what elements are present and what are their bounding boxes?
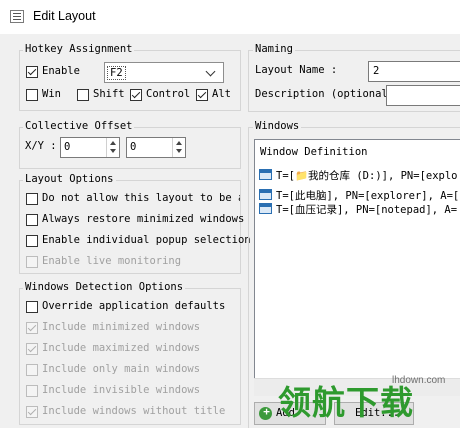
restore-minimized-label[interactable]: Always restore minimized windows bbox=[42, 213, 244, 225]
offset-group-label: Collective Offset bbox=[23, 120, 135, 132]
offset-x-spin-buttons[interactable] bbox=[106, 138, 119, 157]
modifier-alt-label[interactable]: Alt bbox=[212, 88, 231, 100]
spin-up-icon[interactable] bbox=[110, 141, 116, 145]
hotkey-key-select[interactable]: F2 bbox=[104, 62, 224, 83]
include-invisible-label: Include invisible windows bbox=[42, 384, 201, 396]
offset-y-spin-buttons[interactable] bbox=[172, 138, 185, 157]
hotkey-group-label: Hotkey Assignment bbox=[23, 43, 135, 55]
offset-xy-label: X/Y : bbox=[25, 140, 57, 152]
layout-name-value: 2 bbox=[373, 65, 380, 77]
naming-group-label: Naming bbox=[253, 43, 295, 55]
layout-name-input[interactable]: 2 bbox=[368, 61, 460, 82]
modifier-win-label[interactable]: Win bbox=[42, 88, 61, 100]
list-item[interactable]: T=[📁我的仓库 (D:)], PN=[explo bbox=[259, 166, 460, 184]
include-maximized-checkbox bbox=[26, 343, 38, 355]
layout-name-label: Layout Name : bbox=[255, 64, 338, 76]
hotkey-enable-label[interactable]: Enable bbox=[42, 65, 80, 77]
individual-popup-label[interactable]: Enable individual popup selection bbox=[42, 234, 251, 246]
no-allow-layout-checkbox[interactable] bbox=[26, 193, 38, 205]
hotkey-key-value: F2 bbox=[107, 66, 126, 80]
offset-x-spinner[interactable]: 0 bbox=[60, 137, 120, 158]
offset-x-value: 0 bbox=[64, 141, 71, 153]
override-defaults-checkbox[interactable] bbox=[26, 301, 38, 313]
window-definition-header: Window Definition bbox=[260, 146, 368, 158]
spin-down-icon[interactable] bbox=[110, 149, 116, 153]
include-minimized-checkbox bbox=[26, 322, 38, 334]
layout-options-group-label: Layout Options bbox=[23, 173, 116, 185]
chevron-down-icon[interactable] bbox=[205, 66, 216, 77]
description-input[interactable] bbox=[386, 85, 460, 106]
modifier-control-checkbox[interactable] bbox=[130, 89, 142, 101]
individual-popup-checkbox[interactable] bbox=[26, 235, 38, 247]
add-icon-plus: + bbox=[263, 405, 270, 418]
spin-down-icon[interactable] bbox=[176, 149, 182, 153]
live-monitoring-label: Enable live monitoring bbox=[42, 255, 182, 267]
include-main-only-checkbox bbox=[26, 364, 38, 376]
list-item[interactable]: T=[血压记录], PN=[notepad], A= bbox=[259, 200, 460, 218]
no-allow-layout-label[interactable]: Do not allow this layout to be ap bbox=[42, 192, 240, 204]
list-item-text: T=[📁我的仓库 (D:)], PN=[explo bbox=[276, 170, 458, 182]
hotkey-enable-checkbox[interactable] bbox=[26, 66, 38, 78]
window-definition-list[interactable]: Window Definition T=[📁我的仓库 (D:)], PN=[ex… bbox=[254, 139, 460, 395]
windows-group-label: Windows bbox=[253, 120, 302, 132]
modifier-shift-checkbox[interactable] bbox=[77, 89, 89, 101]
list-item-text: T=[血压记录], PN=[notepad], A= bbox=[276, 204, 458, 216]
window-icon bbox=[259, 169, 272, 180]
description-label: Description (optional) : bbox=[255, 88, 407, 100]
offset-y-value: 0 bbox=[130, 141, 137, 153]
offset-y-spinner[interactable]: 0 bbox=[126, 137, 186, 158]
modifier-shift-label[interactable]: Shift bbox=[93, 88, 125, 100]
watermark-site: lhdown.com bbox=[392, 375, 446, 386]
window-icon bbox=[259, 189, 272, 200]
app-window-icon bbox=[10, 10, 24, 23]
include-minimized-label: Include minimized windows bbox=[42, 321, 201, 333]
modifier-control-label[interactable]: Control bbox=[146, 88, 190, 100]
spin-up-icon[interactable] bbox=[176, 141, 182, 145]
modifier-win-checkbox[interactable] bbox=[26, 89, 38, 101]
include-untitled-label: Include windows without title bbox=[42, 405, 226, 417]
override-defaults-label[interactable]: Override application defaults bbox=[42, 300, 225, 312]
include-invisible-checkbox bbox=[26, 385, 38, 397]
window-icon bbox=[259, 203, 272, 214]
restore-minimized-checkbox[interactable] bbox=[26, 214, 38, 226]
window-title: Edit Layout bbox=[33, 9, 96, 23]
include-main-only-label: Include only main windows bbox=[42, 363, 201, 375]
include-untitled-checkbox bbox=[26, 406, 38, 418]
live-monitoring-checkbox bbox=[26, 256, 38, 268]
include-maximized-label: Include maximized windows bbox=[42, 342, 201, 354]
detection-group-label: Windows Detection Options bbox=[23, 281, 186, 293]
modifier-alt-checkbox[interactable] bbox=[196, 89, 208, 101]
